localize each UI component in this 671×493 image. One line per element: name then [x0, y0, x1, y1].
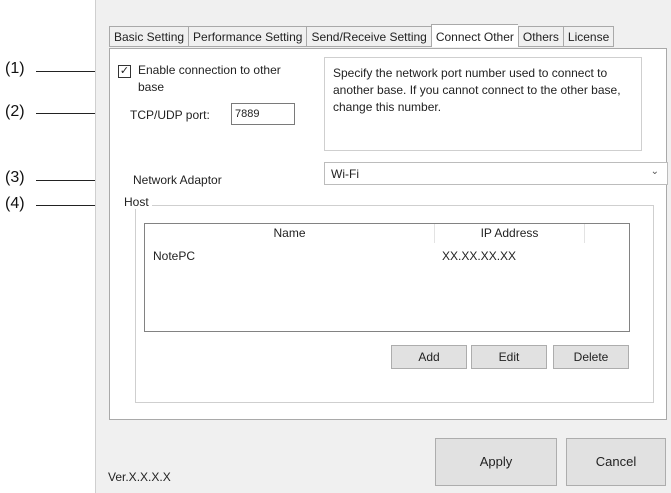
delete-host-button[interactable]: Delete — [553, 345, 629, 369]
tcp-udp-port-input[interactable] — [231, 103, 295, 125]
enable-connection-label-line2: base — [138, 80, 165, 94]
host-name-cell: NotePC — [153, 249, 196, 263]
edit-host-button[interactable]: Edit — [471, 345, 547, 369]
tcp-udp-port-label: TCP/UDP port: — [130, 108, 210, 122]
tab-performance-setting[interactable]: Performance Setting — [188, 26, 307, 47]
host-list[interactable]: Name IP Address NotePC XX.XX.XX.XX — [144, 223, 630, 332]
tab-send-receive-setting[interactable]: Send/Receive Setting — [306, 26, 431, 47]
tab-connect-other[interactable]: Connect Other — [430, 24, 518, 47]
cancel-button[interactable]: Cancel — [566, 438, 666, 486]
version-label: Ver.X.X.X.X — [108, 470, 171, 484]
callout-2: (2) — [5, 103, 25, 120]
tab-license[interactable]: License — [562, 26, 615, 47]
column-header-name[interactable]: Name — [145, 224, 435, 243]
tab-bar: Basic Setting Performance Setting Send/R… — [109, 24, 615, 48]
host-ip-cell: XX.XX.XX.XX — [442, 249, 517, 263]
network-adaptor-label: Network Adaptor — [133, 173, 222, 187]
column-header-ip-address[interactable]: IP Address — [435, 224, 585, 243]
settings-window: Basic Setting Performance Setting Send/R… — [95, 0, 671, 493]
host-group-label: Host — [121, 195, 152, 209]
callout-4: (4) — [5, 195, 25, 212]
add-host-button[interactable]: Add — [391, 345, 467, 369]
apply-button[interactable]: Apply — [435, 438, 557, 486]
enable-connection-checkbox[interactable]: ✓ — [118, 65, 131, 78]
callout-1: (1) — [5, 60, 25, 77]
chevron-down-icon: ⌄ — [650, 166, 659, 177]
callout-3: (3) — [5, 169, 25, 186]
network-adaptor-select[interactable]: Wi-Fi ⌄ — [324, 162, 668, 185]
connect-other-panel: ✓ Enable connection to other base TCP/UD… — [109, 48, 668, 420]
tab-basic-setting[interactable]: Basic Setting — [109, 26, 189, 47]
port-description: Specify the network port number used to … — [324, 57, 642, 151]
enable-connection-label: Enable connection to other — [138, 63, 281, 77]
network-adaptor-value: Wi-Fi — [331, 166, 359, 181]
tab-others[interactable]: Others — [517, 26, 563, 47]
